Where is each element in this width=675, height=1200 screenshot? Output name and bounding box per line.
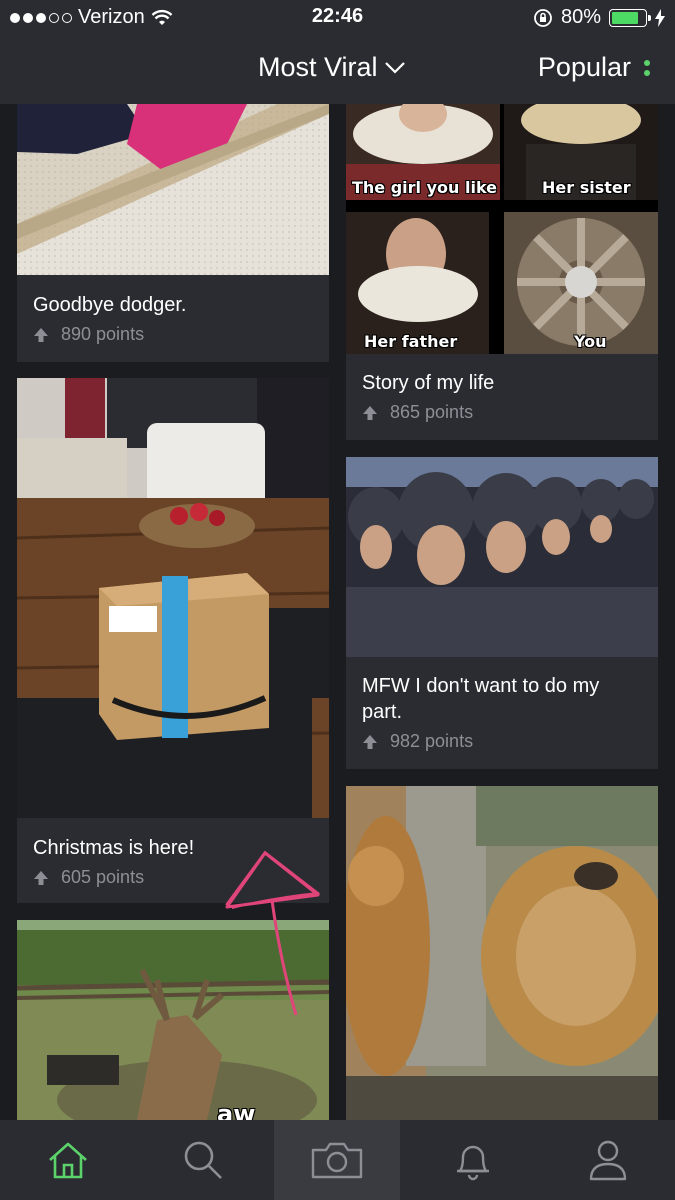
more-options-icon-dot	[644, 70, 650, 76]
post-title: Christmas is here!	[33, 837, 195, 859]
more-options-icon[interactable]	[644, 60, 650, 66]
tab-home[interactable]	[0, 1120, 135, 1200]
post-card[interactable]: MFW I don't want to do my part. 982 poin…	[346, 457, 658, 769]
sort-button[interactable]: Popular	[538, 52, 631, 83]
upvote-icon[interactable]	[33, 327, 49, 343]
home-icon	[48, 1142, 87, 1179]
meme-caption: You	[574, 332, 607, 351]
battery-percent: 80%	[560, 6, 601, 28]
post-image[interactable]	[17, 104, 329, 275]
tab-profile[interactable]	[540, 1120, 675, 1200]
meme-caption: The girl you like	[352, 178, 498, 197]
nav-bar: Most Viral Popular	[0, 34, 675, 104]
user-icon	[589, 1140, 626, 1181]
app-screen: Verizon 22:46 80% Most Viral Popular Goo…	[0, 0, 675, 1200]
post-image[interactable]	[346, 457, 658, 657]
meme-caption: Her sister	[542, 178, 631, 197]
post-image[interactable]	[17, 378, 329, 818]
upvote-icon[interactable]	[33, 870, 49, 886]
tab-bar	[0, 1120, 675, 1200]
post-points: 865 points	[362, 402, 473, 423]
meme-caption: Her father	[364, 332, 458, 351]
post-title: Goodbye dodger.	[33, 294, 187, 316]
bell-icon	[456, 1145, 489, 1181]
post-title: MFW I don't want to do my part.	[362, 675, 600, 723]
post-card[interactable]: The girl you like Her sister Her father …	[346, 104, 658, 440]
post-image[interactable]	[346, 786, 658, 1120]
tab-upload[interactable]	[274, 1120, 400, 1200]
tab-notifications[interactable]	[405, 1120, 540, 1200]
points-count: 605 points	[61, 867, 145, 887]
meme-caption: aw yissss	[217, 1100, 256, 1120]
points-count: 982 points	[390, 731, 474, 751]
post-card[interactable]: aw yissss	[17, 920, 329, 1120]
section-title: Most Viral	[258, 52, 378, 82]
camera-icon	[311, 1142, 363, 1179]
tab-search[interactable]	[135, 1120, 270, 1200]
upvote-icon[interactable]	[362, 405, 378, 421]
orientation-lock-icon	[534, 8, 552, 27]
section-dropdown[interactable]: Most Viral	[258, 52, 406, 83]
upvote-icon[interactable]	[362, 734, 378, 750]
post-points: 890 points	[33, 324, 144, 345]
battery-icon	[609, 8, 651, 27]
post-title: Story of my life	[362, 372, 495, 394]
post-points: 605 points	[33, 867, 144, 888]
status-right: 80%	[533, 6, 665, 29]
post-image[interactable]	[17, 920, 329, 1120]
post-image[interactable]	[346, 104, 658, 354]
battery-level-fill	[612, 11, 638, 24]
points-count: 890 points	[61, 324, 145, 344]
post-card[interactable]: Christmas is here! 605 points	[17, 378, 329, 903]
points-count: 865 points	[390, 402, 474, 422]
search-icon	[184, 1141, 222, 1179]
post-card[interactable]	[346, 786, 658, 1120]
post-points: 982 points	[362, 731, 473, 752]
chevron-down-icon	[384, 61, 405, 74]
status-bar: Verizon 22:46 80%	[0, 0, 675, 34]
post-card[interactable]: Goodbye dodger. 890 points	[17, 104, 329, 362]
charging-icon	[655, 8, 665, 27]
